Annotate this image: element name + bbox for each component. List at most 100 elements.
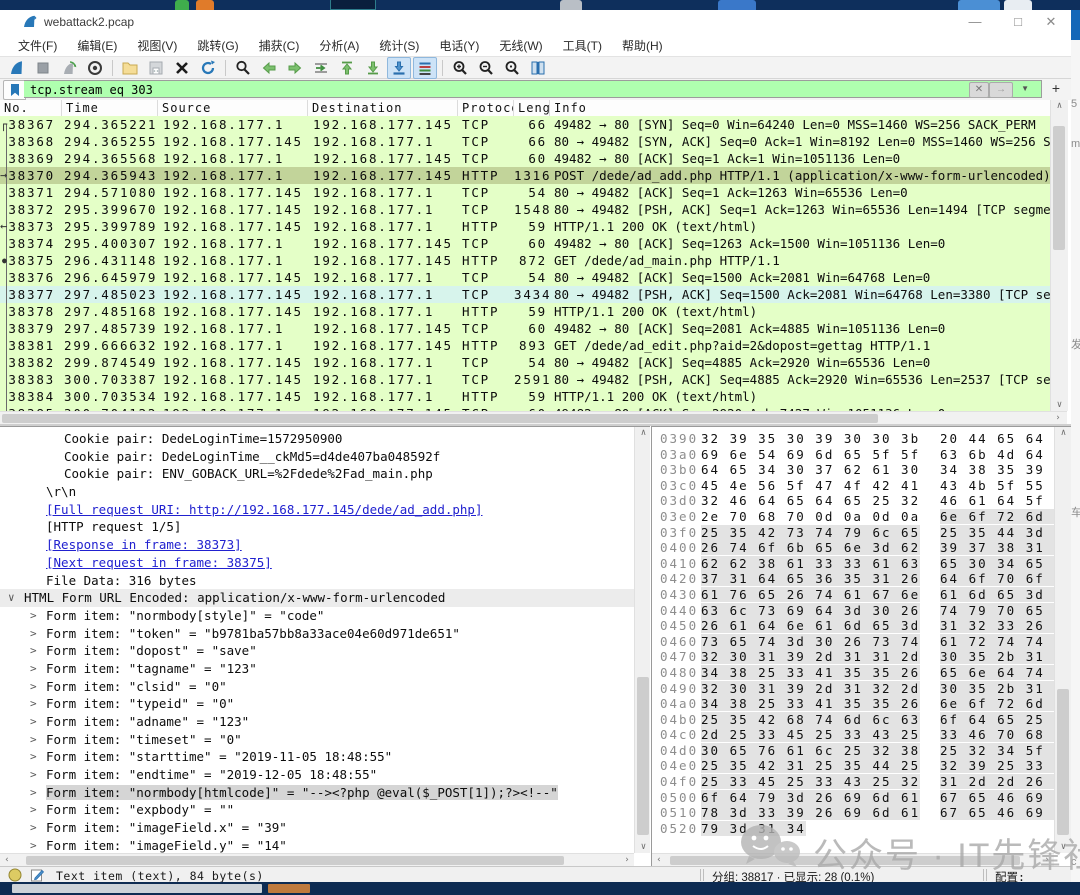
expander-icon[interactable]: ∨ xyxy=(8,591,15,604)
hex-bytes[interactable]: 25 35 44 3d 63 6f 64 65 xyxy=(940,525,1071,540)
menu-item[interactable]: 统计(S) xyxy=(369,34,429,57)
hex-bytes[interactable]: 30 35 2b 31 38 25 33 41 xyxy=(940,681,1071,696)
hex-vscrollbar[interactable]: ∧ ∨ xyxy=(1054,427,1071,853)
packet-row[interactable]: 38381299.666632192.168.177.1192.168.177.… xyxy=(0,337,1050,354)
reload-icon[interactable] xyxy=(196,57,220,79)
stop-capture-icon[interactable] xyxy=(31,57,55,79)
hex-bytes[interactable]: 79 3d 31 34 xyxy=(701,821,806,836)
hex-bytes[interactable]: 6f 64 65 25 35 44 3d 2d xyxy=(940,712,1071,727)
capture-options-icon[interactable] xyxy=(83,57,107,79)
detail-line[interactable]: [Next request in frame: 38375] xyxy=(0,554,634,572)
menu-item[interactable]: 分析(A) xyxy=(309,34,369,57)
packet-row[interactable]: 38382299.874549192.168.177.145192.168.17… xyxy=(0,354,1050,371)
taskbar-item[interactable] xyxy=(12,884,262,893)
hex-row[interactable]: 039032 39 35 30 39 30 30 3b20 44 65 64 6… xyxy=(652,431,1054,447)
hex-bytes[interactable]: 25 33 45 25 33 43 25 32 xyxy=(701,774,920,789)
hex-bytes[interactable]: 32 30 31 39 2d 31 32 2d xyxy=(701,681,920,696)
menu-item[interactable]: 视图(V) xyxy=(127,34,187,57)
packet-row[interactable]: 38378297.485168192.168.177.145192.168.17… xyxy=(0,303,1050,320)
hex-bytes[interactable]: 25 32 34 5f 50 4f 53 54 xyxy=(940,743,1071,758)
detail-line[interactable]: >Form item: "starttime" = "2019-11-05 18… xyxy=(0,748,634,766)
hex-row[interactable]: 052079 3d 31 34 xyxy=(652,821,1054,837)
hex-bytes[interactable]: 65 6e 64 74 69 6d 65 3d xyxy=(940,665,1071,680)
hex-bytes[interactable]: 46 61 64 5f 6d 61 69 6e xyxy=(940,493,1071,508)
detail-line[interactable]: >Form item: "tagname" = "123" xyxy=(0,660,634,678)
packet-row[interactable]: 38372295.399670192.168.177.145192.168.17… xyxy=(0,201,1050,218)
resize-columns-icon[interactable] xyxy=(526,57,550,79)
menu-item[interactable]: 跳转(G) xyxy=(187,34,248,57)
hex-row[interactable]: 043061 76 65 26 74 61 67 6e61 6d 65 3d 3… xyxy=(652,587,1054,603)
hex-row[interactable]: 051078 3d 33 39 26 69 6d 6167 65 46 69 6… xyxy=(652,805,1054,821)
expander-icon[interactable]: > xyxy=(30,680,37,693)
hex-bytes[interactable]: 37 31 64 65 36 35 31 26 xyxy=(701,571,920,586)
hex-bytes[interactable]: 34 38 25 33 41 35 35 26 xyxy=(701,696,920,711)
hex-bytes[interactable]: 43 4b 5f 55 52 4c 3d 25 xyxy=(940,478,1071,493)
expander-icon[interactable]: > xyxy=(30,697,37,710)
restart-capture-icon[interactable] xyxy=(57,57,81,79)
hex-row[interactable]: 04c02d 25 33 45 25 33 43 2533 46 70 68 7… xyxy=(652,727,1054,743)
detail-line[interactable]: >Form item: "normbody[htmlcode]" = "--><… xyxy=(0,784,634,802)
expander-icon[interactable]: > xyxy=(30,733,37,746)
detail-line[interactable]: >Form item: "clsid" = "0" xyxy=(0,678,634,696)
hex-bytes[interactable]: 64 6f 70 6f 73 74 3d 73 xyxy=(940,571,1071,586)
hex-bytes[interactable]: 67 65 46 69 65 6c 64 2e xyxy=(940,790,1071,805)
hex-bytes[interactable]: 30 65 76 61 6c 25 32 38 xyxy=(701,743,920,758)
detail-line[interactable]: >Form item: "normbody[style]" = "code" xyxy=(0,607,634,625)
detail-line[interactable]: Cookie pair: ENV_GOBACK_URL=%2Fdede%2Fad… xyxy=(0,465,634,483)
menu-item[interactable]: 编辑(E) xyxy=(67,34,127,57)
detail-line[interactable]: ∨HTML Form URL Encoded: application/x-ww… xyxy=(0,589,634,607)
detail-line[interactable]: \r\n xyxy=(0,483,634,501)
detail-line[interactable]: Cookie pair: DedeLoginTime__ckMd5=d4de40… xyxy=(0,448,634,466)
hex-bytes[interactable]: 61 76 65 26 74 61 67 6e xyxy=(701,587,920,602)
hex-bytes[interactable]: 26 74 6f 6b 65 6e 3d 62 xyxy=(701,540,920,555)
hex-row[interactable]: 05006f 64 79 3d 26 69 6d 6167 65 46 69 6… xyxy=(652,790,1054,806)
details-vscrollbar-thumb[interactable] xyxy=(637,677,649,835)
hex-row[interactable]: 042037 31 64 65 36 35 31 2664 6f 70 6f 7… xyxy=(652,571,1054,587)
hex-bytes[interactable]: 6e 6f 72 6d 62 6f 64 79 xyxy=(940,696,1071,711)
detail-line[interactable]: File Data: 316 bytes xyxy=(0,572,634,590)
hex-bytes[interactable]: 2d 25 33 45 25 33 43 25 xyxy=(701,727,920,742)
hex-bytes[interactable]: 63 6c 73 69 64 3d 30 26 xyxy=(701,603,920,618)
menu-item[interactable]: 电话(Y) xyxy=(429,34,489,57)
go-top-icon[interactable] xyxy=(335,57,359,79)
hex-bytes[interactable]: 45 4e 56 5f 47 4f 42 41 xyxy=(701,478,920,493)
hex-bytes[interactable]: 65 30 34 65 36 30 64 39 xyxy=(940,556,1071,571)
hex-bytes[interactable]: 31 32 33 26 74 69 6d 65 xyxy=(940,618,1071,633)
hex-row[interactable]: 040026 74 6f 6b 65 6e 3d 6239 37 38 31 6… xyxy=(652,540,1054,556)
hex-row[interactable]: 044063 6c 73 69 64 3d 30 2674 79 70 65 6… xyxy=(652,603,1054,619)
filter-clear-icon[interactable]: ✕ xyxy=(969,82,989,98)
expander-icon[interactable]: > xyxy=(30,644,37,657)
hex-row[interactable]: 048034 38 25 33 41 35 35 2665 6e 64 74 6… xyxy=(652,665,1054,681)
details-vscrollbar[interactable]: ∧ ∨ xyxy=(634,427,650,853)
hex-bytes[interactable]: 33 46 70 68 70 2b 25 34 xyxy=(940,727,1071,742)
wireshark-start-icon[interactable] xyxy=(5,57,29,79)
packet-row[interactable]: 38383300.703387192.168.177.145192.168.17… xyxy=(0,371,1050,388)
taskbar-item[interactable] xyxy=(268,884,310,893)
menu-item[interactable]: 工具(T) xyxy=(553,34,612,57)
packet-row[interactable]: 38370→294.365943192.168.177.1192.168.177… xyxy=(0,167,1050,184)
close-file-icon[interactable] xyxy=(170,57,194,79)
zoom-reset-icon[interactable] xyxy=(500,57,524,79)
detail-line[interactable]: >Form item: "token" = "b9781ba57bb8a33ac… xyxy=(0,625,634,643)
hex-bytes[interactable]: 26 61 64 6e 61 6d 65 3d xyxy=(701,618,920,633)
expander-icon[interactable]: > xyxy=(30,786,37,799)
hex-bytes[interactable]: 25 35 42 68 74 6d 6c 63 xyxy=(701,712,920,727)
hex-bytes[interactable]: 39 37 38 31 62 61 35 37 xyxy=(940,540,1071,555)
go-to-packet-icon[interactable] xyxy=(309,57,333,79)
menu-item[interactable]: 文件(F) xyxy=(8,34,67,57)
expander-icon[interactable]: > xyxy=(30,803,37,816)
expander-icon[interactable]: > xyxy=(30,609,37,622)
go-forward-icon[interactable] xyxy=(283,57,307,79)
expander-icon[interactable]: > xyxy=(30,821,37,834)
filter-add-button[interactable]: + xyxy=(1048,81,1064,97)
hex-bytes[interactable]: 32 39 35 30 39 30 30 3b xyxy=(701,431,920,446)
hex-row[interactable]: 03e02e 70 68 70 0d 0a 0d 0a6e 6f 72 6d 6… xyxy=(652,509,1054,525)
packet-row[interactable]: 38367┌294.365221192.168.177.1192.168.177… xyxy=(0,116,1050,133)
column-header[interactable]: Source xyxy=(158,100,308,116)
expander-icon[interactable]: > xyxy=(30,839,37,852)
packet-row[interactable]: 38369294.365568192.168.177.1192.168.177.… xyxy=(0,150,1050,167)
hex-row[interactable]: 04a034 38 25 33 41 35 35 266e 6f 72 6d 6… xyxy=(652,696,1054,712)
hex-bytes[interactable]: 32 30 31 39 2d 31 31 2d xyxy=(701,649,920,664)
packet-list-vscrollbar-thumb[interactable] xyxy=(1053,126,1065,250)
packet-list-hscrollbar-thumb[interactable] xyxy=(2,414,878,423)
